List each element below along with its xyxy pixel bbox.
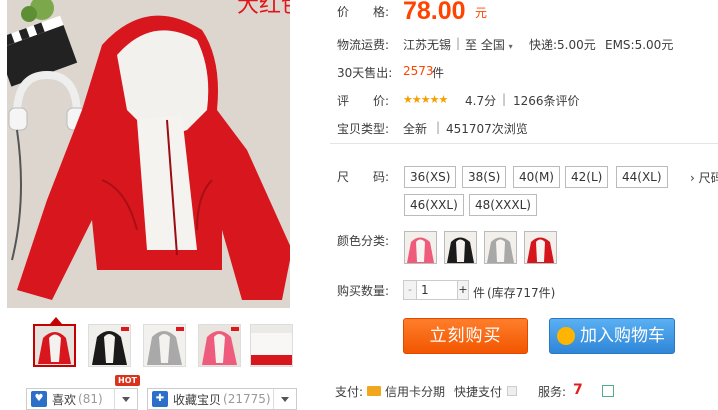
like-count: (81) — [78, 392, 103, 406]
favorite-count: (21775) — [223, 392, 271, 406]
cart-icon — [557, 327, 575, 345]
thumbnail-selected-arrow — [50, 317, 62, 324]
size-option[interactable]: 42(L) — [565, 166, 609, 188]
quick-pay-link[interactable]: 快捷支付 — [454, 383, 502, 400]
price-unit: 元 — [475, 6, 488, 20]
color-swatch-grey[interactable] — [484, 231, 517, 264]
size-option[interactable]: 40(M) — [513, 166, 560, 188]
view-count: 451707次浏览 — [446, 122, 528, 136]
shipping-from: 江苏无锡 — [403, 38, 452, 52]
sold-unit: 件 — [432, 66, 445, 80]
rating-label: 评 价: — [337, 94, 390, 108]
stock-count: (库存717件) — [487, 286, 556, 300]
size-option[interactable]: 44(XL) — [616, 166, 668, 188]
bookmark-icon: ✚ — [152, 391, 168, 407]
color-label: 颜色分类: — [337, 234, 390, 248]
price-value: 78.00 — [403, 0, 466, 25]
shipping-destination[interactable]: 至 全国 ▾ — [465, 36, 513, 53]
type-label: 宝贝类型: — [337, 122, 390, 136]
type-value: 全新 — [403, 122, 428, 136]
shipping-express: 快递:5.00元 — [529, 38, 596, 52]
quantity-label: 购买数量: — [337, 284, 390, 298]
divider — [330, 143, 718, 144]
type-separator: | — [436, 120, 441, 134]
thumbnail-4[interactable] — [198, 324, 241, 367]
shipping-label: 物流运费: — [337, 38, 390, 52]
favorite-label: 收藏宝贝 — [173, 392, 222, 407]
rating-separator: | — [502, 92, 507, 106]
quantity-increase-button[interactable]: + — [457, 280, 469, 300]
add-to-cart-label: 加入购物车 — [580, 326, 665, 346]
hot-badge: HOT — [115, 375, 140, 386]
credit-card-icon — [367, 386, 381, 396]
thumbnail-2[interactable] — [88, 324, 131, 367]
sold-label: 30天售出: — [337, 66, 393, 80]
thumbnail-1[interactable] — [33, 324, 76, 367]
credit-installment-link[interactable]: 信用卡分期 — [385, 383, 445, 400]
quantity-unit: 件 — [473, 286, 486, 300]
favorite-dropdown[interactable] — [273, 389, 296, 409]
payment-label: 支付: — [335, 385, 364, 399]
size-chart-link[interactable]: › 尺码 — [690, 169, 718, 186]
size-option[interactable]: 36(XS) — [404, 166, 457, 188]
size-label: 尺 码: — [337, 170, 390, 184]
color-banner: 大红色 — [237, 0, 290, 18]
color-swatch-black[interactable] — [444, 231, 477, 264]
price-label: 价 格: — [337, 5, 390, 19]
shipping-ems: EMS:5.00元 — [605, 38, 674, 52]
thumbnail-3[interactable] — [143, 324, 186, 367]
chevron-down-icon — [122, 396, 130, 402]
heart-icon: ♥ — [31, 391, 47, 407]
caret-down-icon: ▾ — [508, 42, 513, 51]
chevron-down-icon — [281, 396, 289, 402]
buy-now-button[interactable]: 立刻购买 — [403, 318, 528, 354]
size-option[interactable]: 38(S) — [462, 166, 507, 188]
product-main-image[interactable]: 大红色 — [7, 0, 290, 308]
color-swatch-pink[interactable] — [404, 231, 437, 264]
like-label: 喜欢 — [52, 392, 77, 407]
seven-day-return-icon: 7 — [573, 382, 583, 398]
rating-stars-icon: ★★★★★ — [403, 93, 448, 106]
color-swatch-red[interactable] — [524, 231, 557, 264]
add-to-cart-button[interactable]: 加入购物车 — [549, 318, 675, 354]
guarantee-icon — [602, 385, 614, 397]
size-option[interactable]: 48(XXXL) — [469, 194, 537, 216]
rating-value: 4.7分 — [465, 94, 497, 108]
size-option[interactable]: 46(XXL) — [404, 194, 464, 216]
rating-count[interactable]: 1266条评价 — [513, 92, 580, 109]
quantity-input[interactable]: 1 — [417, 280, 457, 300]
quantity-decrease-button[interactable]: - — [403, 280, 417, 300]
thumbnail-5[interactable] — [250, 324, 293, 367]
like-dropdown[interactable] — [114, 389, 137, 409]
quick-pay-dropdown[interactable] — [507, 386, 517, 396]
shipping-separator: | — [456, 36, 461, 50]
sold-value: 2573 — [403, 64, 434, 78]
service-label: 服务: — [538, 385, 567, 399]
shipping-destination-label: 至 全国 — [465, 38, 505, 52]
